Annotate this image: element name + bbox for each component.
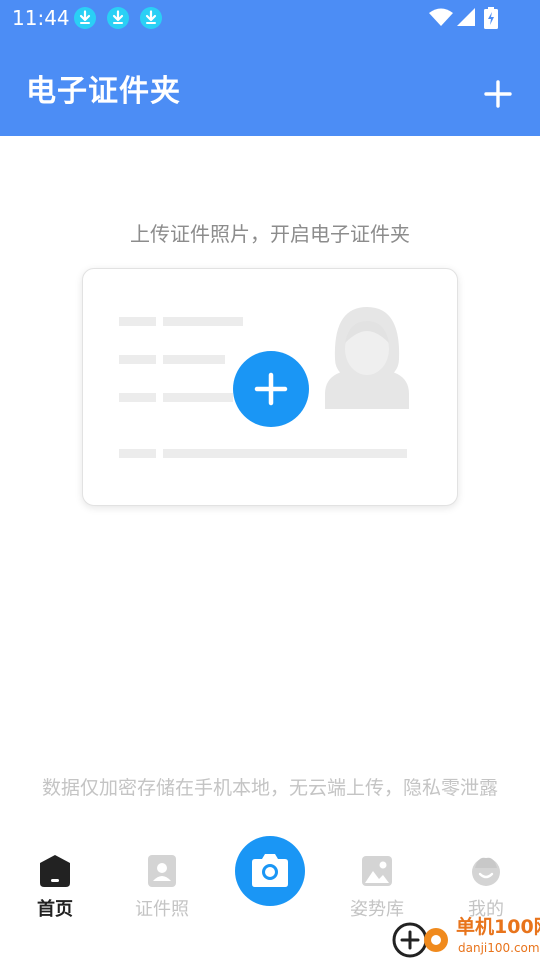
watermark-domain: danji100.com — [458, 941, 540, 955]
add-document-button[interactable] — [476, 72, 520, 116]
tab-home[interactable]: 首页 — [0, 848, 110, 928]
status-bar: 11:44 — [0, 0, 540, 36]
plus-icon — [484, 80, 512, 108]
privacy-note: 数据仅加密存储在手机本地，无云端上传，隐私零泄露 — [41, 777, 498, 799]
home-icon — [40, 855, 70, 887]
page-title: 电子证件夹 — [26, 74, 181, 109]
tab-label: 首页 — [37, 899, 73, 920]
status-time: 11:44 — [12, 6, 70, 30]
tab-id-photo[interactable]: 证件照 — [107, 848, 217, 928]
profile-icon — [472, 857, 500, 886]
camera-icon — [252, 854, 288, 887]
id-photo-icon — [148, 855, 176, 887]
watermark-name: 单机100网 — [456, 916, 540, 938]
wifi-icon — [429, 8, 453, 26]
cellular-signal-icon — [457, 8, 475, 26]
upload-prompt: 上传证件照片，开启电子证件夹 — [130, 222, 410, 246]
download-icon — [74, 7, 96, 29]
battery-charging-icon — [484, 7, 498, 29]
download-icon — [140, 7, 162, 29]
portrait-silhouette-icon — [325, 307, 409, 409]
download-icon — [107, 7, 129, 29]
id-card-placeholder[interactable] — [82, 268, 458, 506]
image-gallery-icon — [362, 856, 392, 886]
upload-button[interactable] — [233, 351, 309, 427]
watermark-logo-icon — [392, 922, 448, 958]
watermark: 单机100网 danji100.com — [388, 914, 540, 960]
camera-button[interactable] — [235, 836, 305, 906]
app-bar: 电子证件夹 — [0, 36, 540, 136]
tab-label: 证件照 — [135, 899, 189, 920]
plus-icon — [254, 372, 288, 406]
